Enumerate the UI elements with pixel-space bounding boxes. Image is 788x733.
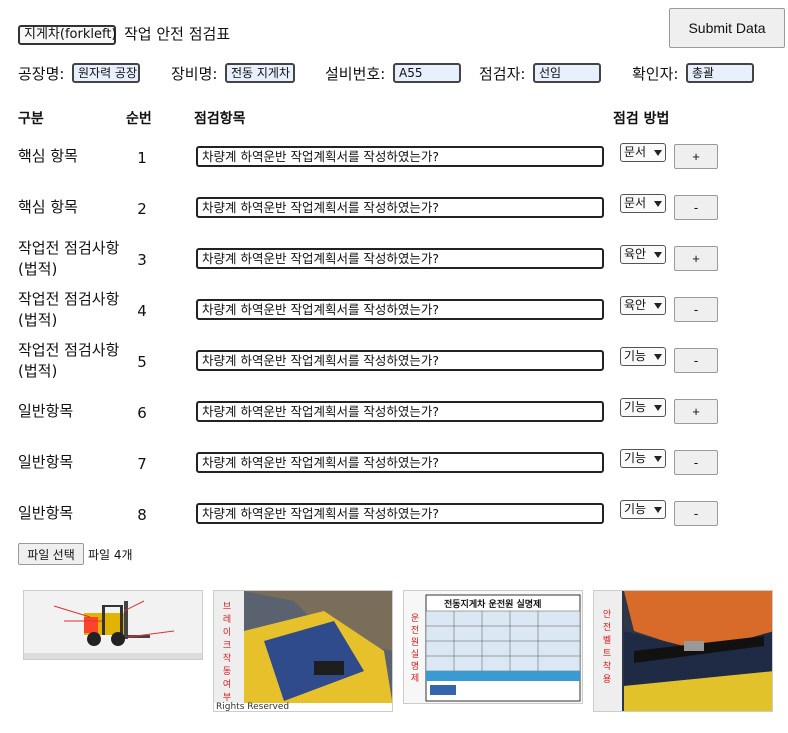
- brake-caption: 브레이크작동여부: [222, 602, 232, 703]
- inspector-input[interactable]: 선임: [533, 63, 601, 83]
- method-select[interactable]: 기능: [620, 500, 666, 519]
- row-number: 8: [137, 506, 147, 524]
- rights-footer: Rights Reserved: [216, 702, 290, 712]
- row-category: 일반항목: [18, 453, 74, 471]
- inspection-item-input[interactable]: 차량계 하역운반 작업계획서를 작성하였는가?: [196, 503, 604, 524]
- brake-check-photo[interactable]: 브레이크작동여부 Rights Reserved: [213, 590, 393, 712]
- method-select[interactable]: 기능: [620, 449, 666, 468]
- chevron-down-icon: [654, 506, 662, 513]
- operator-roster-photo[interactable]: 전동지게차 운전원 실명제 운전원실명제: [403, 590, 583, 704]
- add-row-button[interactable]: +: [674, 246, 718, 271]
- row-category: 일반항목: [18, 504, 74, 522]
- inspection-item-input[interactable]: 차량계 하역운반 작업계획서를 작성하였는가?: [196, 248, 604, 269]
- row-number: 4: [137, 302, 147, 320]
- chevron-down-icon: [654, 251, 662, 258]
- row-number: 2: [137, 200, 147, 218]
- method-value: 기능: [624, 400, 647, 414]
- method-select[interactable]: 육안: [620, 296, 666, 315]
- chevron-down-icon: [654, 404, 662, 411]
- row-category: 핵심 항목: [18, 198, 78, 216]
- row-number: 7: [137, 455, 147, 473]
- inspection-item-input[interactable]: 차량계 하역운반 작업계획서를 작성하였는가?: [196, 197, 604, 218]
- inspection-item-input[interactable]: 차량계 하역운반 작업계획서를 작성하였는가?: [196, 350, 604, 371]
- chevron-down-icon: [654, 149, 662, 156]
- method-value: 문서: [624, 145, 647, 159]
- seatbelt-photo[interactable]: 안전벨트착용: [593, 590, 773, 712]
- row-category: 작업전 점검사항 (법적): [18, 341, 120, 380]
- file-choose-button[interactable]: 파일 선택: [18, 543, 84, 565]
- factory-label: 공장명:: [18, 65, 65, 83]
- equipment-name-input[interactable]: 전동 지게차: [225, 63, 295, 83]
- method-value: 기능: [624, 451, 647, 465]
- inspection-item-input[interactable]: 차량계 하역운반 작업계획서를 작성하였는가?: [196, 401, 604, 422]
- remove-row-button[interactable]: -: [674, 501, 718, 526]
- method-value: 육안: [624, 247, 647, 261]
- equipment-name-label: 장비명:: [171, 65, 218, 83]
- remove-row-button[interactable]: -: [674, 297, 718, 322]
- method-value: 기능: [624, 349, 647, 363]
- row-number: 1: [137, 149, 147, 167]
- remove-row-button[interactable]: -: [674, 348, 718, 373]
- remove-row-button[interactable]: -: [674, 195, 718, 220]
- method-select[interactable]: 육안: [620, 245, 666, 264]
- header-category: 구분: [18, 111, 44, 127]
- file-status: 파일 4개: [88, 548, 133, 562]
- brake-photo-graphic: [214, 591, 392, 711]
- add-row-button[interactable]: +: [674, 399, 718, 424]
- row-category: 작업전 점검사항 (법적): [18, 239, 120, 278]
- header-method: 점검 방법: [613, 111, 670, 127]
- header-item: 점검항목: [194, 111, 246, 127]
- inspection-item-input[interactable]: 차량계 하역운반 작업계획서를 작성하였는가?: [196, 299, 604, 320]
- forklift-icon: [24, 591, 202, 659]
- confirmer-label: 확인자:: [632, 65, 679, 83]
- seatbelt-photo-graphic: [594, 591, 772, 711]
- roster-side-caption: 운전원실명제: [410, 614, 420, 684]
- method-value: 육안: [624, 298, 647, 312]
- row-category: 작업전 점검사항 (법적): [18, 290, 120, 329]
- chevron-down-icon: [654, 455, 662, 462]
- roster-title: 전동지게차 운전원 실명제: [444, 600, 542, 610]
- equipment-select[interactable]: 지게차(forkleft): [18, 25, 116, 45]
- header-number: 순번: [126, 111, 152, 127]
- row-category: 일반항목: [18, 402, 74, 420]
- confirmer-input[interactable]: 총괄: [686, 63, 754, 83]
- method-select[interactable]: 문서: [620, 143, 666, 162]
- seatbelt-caption: 안전벨트착용: [602, 610, 612, 685]
- method-select[interactable]: 기능: [620, 347, 666, 366]
- inspection-item-input[interactable]: 차량계 하역운반 작업계획서를 작성하였는가?: [196, 146, 604, 167]
- row-category: 핵심 항목: [18, 147, 78, 165]
- method-value: 기능: [624, 502, 647, 516]
- asset-number-label: 설비번호:: [325, 65, 386, 83]
- remove-row-button[interactable]: -: [674, 450, 718, 475]
- asset-number-input[interactable]: A55: [393, 63, 461, 83]
- row-number: 6: [137, 404, 147, 422]
- chevron-down-icon: [654, 353, 662, 360]
- inspector-label: 점검자:: [479, 65, 526, 83]
- method-value: 문서: [624, 196, 647, 210]
- inspection-item-input[interactable]: 차량계 하역운반 작업계획서를 작성하였는가?: [196, 452, 604, 473]
- forklift-diagram-thumbnail[interactable]: [23, 590, 203, 660]
- page-title: 작업 안전 점검표: [124, 25, 231, 43]
- chevron-down-icon: [654, 302, 662, 309]
- row-number: 5: [137, 353, 147, 371]
- method-select[interactable]: 문서: [620, 194, 666, 213]
- add-row-button[interactable]: +: [674, 144, 718, 169]
- row-number: 3: [137, 251, 147, 269]
- chevron-down-icon: [654, 200, 662, 207]
- method-select[interactable]: 기능: [620, 398, 666, 417]
- factory-input[interactable]: 원자력 공장: [72, 63, 140, 83]
- submit-button[interactable]: Submit Data: [669, 8, 785, 48]
